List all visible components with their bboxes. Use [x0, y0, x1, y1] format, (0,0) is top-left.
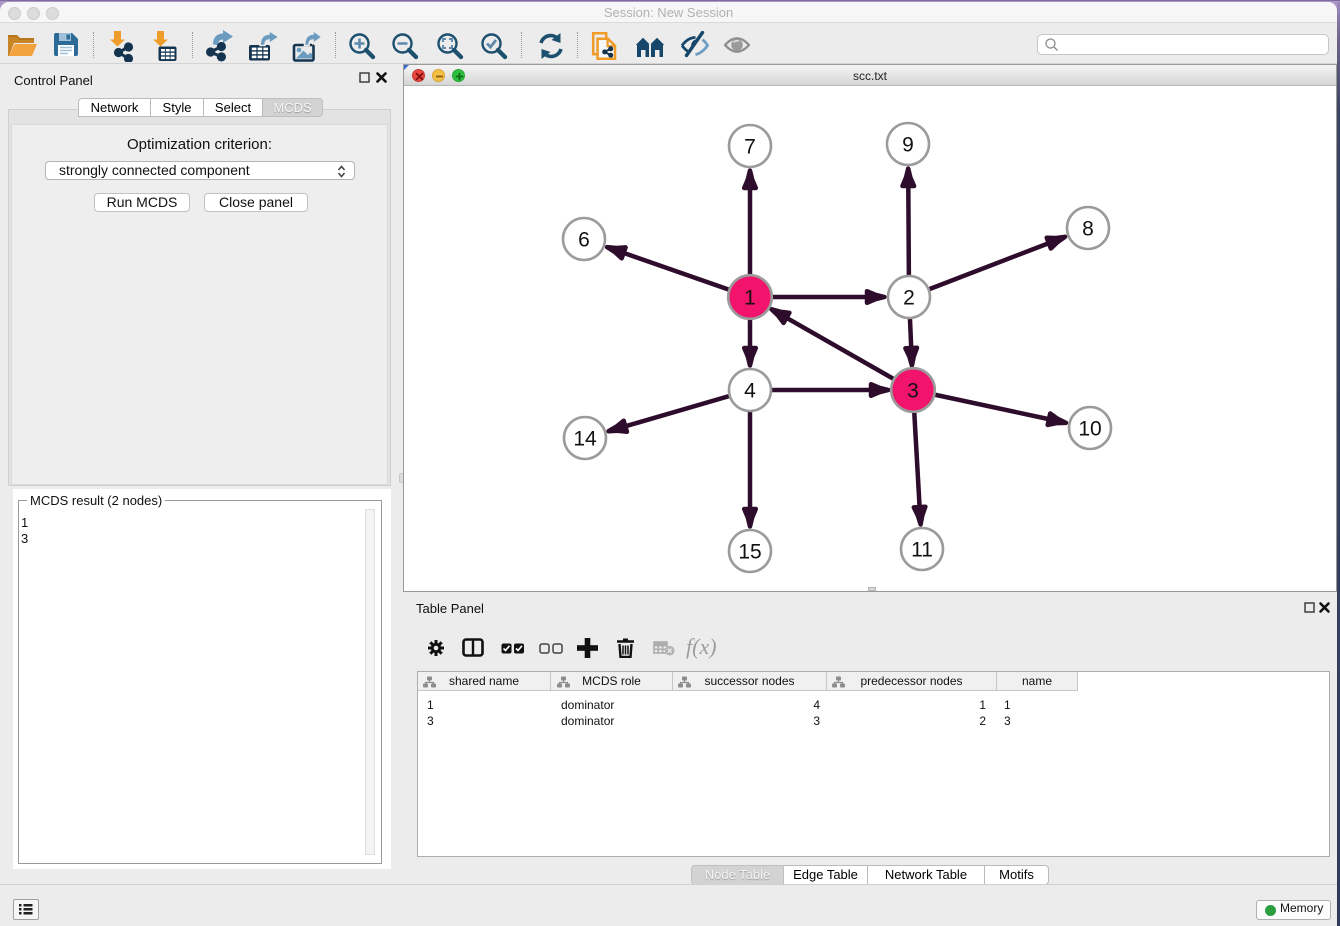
svg-text:11: 11: [911, 539, 933, 562]
svg-text:9: 9: [902, 134, 914, 157]
svg-text:3: 3: [907, 380, 919, 403]
svg-text:1: 1: [744, 287, 756, 310]
svg-text:4: 4: [744, 380, 756, 403]
svg-text:6: 6: [578, 229, 590, 252]
svg-text:14: 14: [573, 428, 597, 451]
svg-text:15: 15: [738, 541, 761, 564]
svg-text:2: 2: [903, 287, 915, 310]
svg-text:10: 10: [1078, 418, 1101, 441]
svg-text:7: 7: [744, 136, 756, 159]
svg-text:8: 8: [1082, 218, 1094, 241]
